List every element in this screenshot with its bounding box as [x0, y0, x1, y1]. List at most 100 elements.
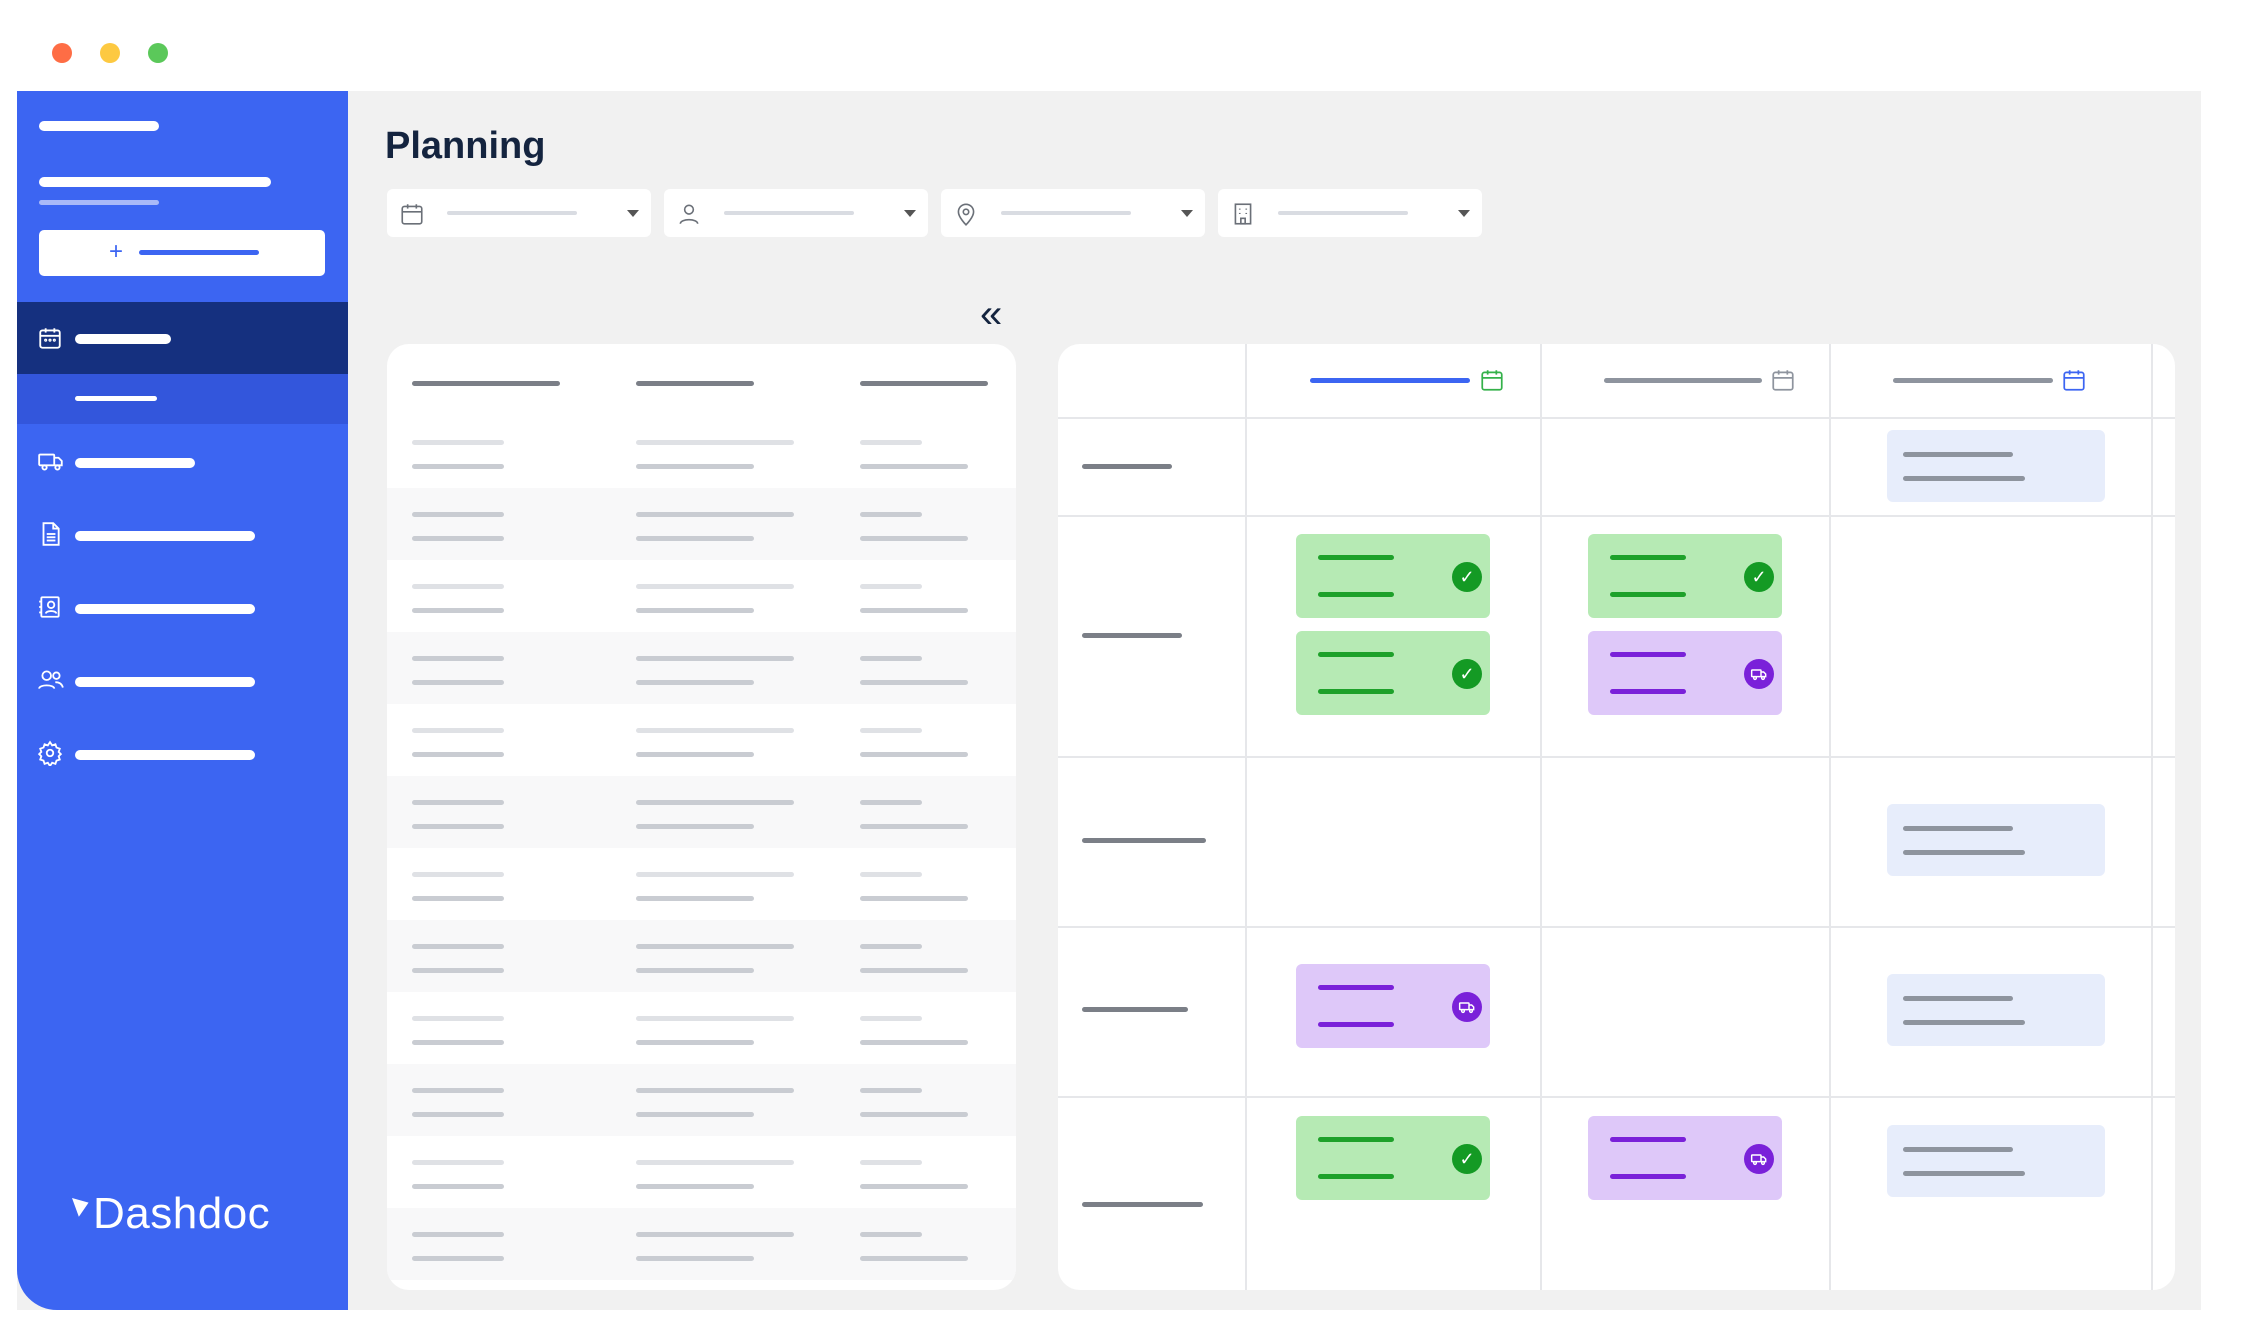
cell-placeholder: [412, 968, 504, 973]
truck-icon: [1452, 992, 1482, 1022]
address-book-icon: [39, 596, 60, 618]
site-filter-dropdown[interactable]: [1218, 189, 1482, 237]
unplanned-order-row[interactable]: [387, 704, 1016, 776]
cell-placeholder: [636, 752, 754, 757]
unassigned-slot-card[interactable]: [1887, 974, 2105, 1046]
truck-icon: [38, 453, 63, 471]
cell-placeholder: [636, 512, 794, 517]
document-icon: [42, 522, 60, 546]
unplanned-order-row[interactable]: [387, 848, 1016, 920]
dashdoc-logo: Dashdoc: [72, 1189, 270, 1239]
sidebar-item-label-placeholder: [75, 750, 255, 760]
unplanned-order-row[interactable]: [387, 632, 1016, 704]
cell-placeholder: [636, 728, 794, 733]
cell-placeholder: [636, 1088, 794, 1093]
cell-placeholder: [636, 584, 794, 589]
planned-order-card[interactable]: ✓: [1296, 631, 1490, 715]
cell-placeholder: [860, 464, 968, 469]
sidebar-subitem-label-placeholder: [75, 396, 157, 401]
unplanned-order-row[interactable]: [387, 1136, 1016, 1208]
sidebar-item-transports[interactable]: [17, 436, 348, 486]
planned-order-card[interactable]: [1588, 1116, 1782, 1200]
driver-filter-dropdown[interactable]: [664, 189, 928, 237]
user-icon: [679, 204, 699, 225]
sidebar-item-planning[interactable]: [17, 302, 348, 374]
truck-icon: [1744, 1144, 1774, 1174]
cell-placeholder: [860, 944, 922, 949]
cell-placeholder: [636, 824, 754, 829]
unplanned-order-row[interactable]: [387, 416, 1016, 488]
calendar-icon: [2063, 370, 2085, 391]
cell-placeholder: [412, 440, 504, 445]
new-order-button[interactable]: +: [39, 230, 325, 276]
date-filter-dropdown[interactable]: [387, 189, 651, 237]
unassigned-slot-card[interactable]: [1887, 430, 2105, 502]
location-filter-dropdown[interactable]: [941, 189, 1205, 237]
calendar-icon: [1481, 370, 1503, 391]
sidebar-item-address-book[interactable]: [17, 582, 348, 632]
cell-placeholder: [636, 1256, 754, 1261]
sidebar-item-fleet-team[interactable]: [17, 655, 348, 705]
cell-placeholder: [860, 656, 922, 661]
day-column-header[interactable]: [1542, 344, 1829, 417]
cell-placeholder: [412, 536, 504, 541]
window-maximize-button[interactable]: [148, 43, 168, 63]
column-header-placeholder: [412, 381, 560, 386]
new-order-label-placeholder: [139, 250, 259, 255]
sidebar-item-label-placeholder: [75, 677, 255, 687]
page-title: Planning: [385, 125, 546, 167]
cell-placeholder: [636, 680, 754, 685]
cell-placeholder: [636, 944, 794, 949]
cell-placeholder: [860, 800, 922, 805]
planned-order-card[interactable]: [1296, 964, 1490, 1048]
unplanned-order-row[interactable]: [387, 776, 1016, 848]
cell-placeholder: [860, 824, 968, 829]
cell-placeholder: [860, 872, 922, 877]
chevron-down-icon: [1181, 210, 1193, 217]
day-label-placeholder: [1893, 378, 2053, 383]
planned-order-card[interactable]: [1588, 631, 1782, 715]
cell-placeholder: [412, 824, 504, 829]
sidebar-item-label-placeholder: [75, 604, 255, 614]
planned-order-card[interactable]: ✓: [1296, 1116, 1490, 1200]
cell-placeholder: [860, 680, 968, 685]
day-column-header[interactable]: [1247, 344, 1540, 417]
resource-row-label: [1082, 1202, 1203, 1207]
cell-placeholder: [412, 656, 504, 661]
unplanned-order-row[interactable]: [387, 920, 1016, 992]
cell-placeholder: [636, 1040, 754, 1045]
unassigned-slot-card[interactable]: [1887, 804, 2105, 876]
column-header-placeholder: [860, 381, 988, 386]
window-close-button[interactable]: [52, 43, 72, 63]
cell-placeholder: [860, 896, 968, 901]
app-window: + Dashdoc Planning « ✓ ✓ ✓ ✓: [17, 91, 2201, 1310]
calendar-icon: [39, 328, 61, 349]
collapse-panel-icon[interactable]: «: [980, 294, 1002, 334]
cell-placeholder: [412, 1088, 504, 1093]
day-column-header[interactable]: [1831, 344, 2151, 417]
cell-placeholder: [860, 1088, 922, 1093]
cell-placeholder: [636, 536, 754, 541]
unplanned-order-row[interactable]: [387, 1064, 1016, 1136]
sidebar-item-documents[interactable]: [17, 509, 348, 559]
window-minimize-button[interactable]: [100, 43, 120, 63]
column-header-placeholder: [636, 381, 754, 386]
location-pin-icon: [957, 203, 975, 226]
sidebar-item-settings[interactable]: [17, 728, 348, 778]
cell-placeholder: [860, 440, 922, 445]
cell-placeholder: [636, 1160, 794, 1165]
unplanned-order-row[interactable]: [387, 1208, 1016, 1280]
unplanned-order-row[interactable]: [387, 992, 1016, 1064]
unassigned-slot-card[interactable]: [1887, 1125, 2105, 1197]
planned-order-card[interactable]: ✓: [1588, 534, 1782, 618]
sidebar-subitem[interactable]: [17, 374, 348, 424]
planned-order-card[interactable]: ✓: [1296, 534, 1490, 618]
cell-placeholder: [860, 1160, 922, 1165]
unplanned-order-row[interactable]: [387, 560, 1016, 632]
unplanned-orders-panel: [387, 344, 1016, 1290]
cell-placeholder: [412, 728, 504, 733]
unplanned-order-row[interactable]: [387, 488, 1016, 560]
resource-row-label: [1082, 838, 1206, 843]
chevron-down-icon: [1458, 210, 1470, 217]
filter-value-placeholder: [1278, 211, 1408, 215]
